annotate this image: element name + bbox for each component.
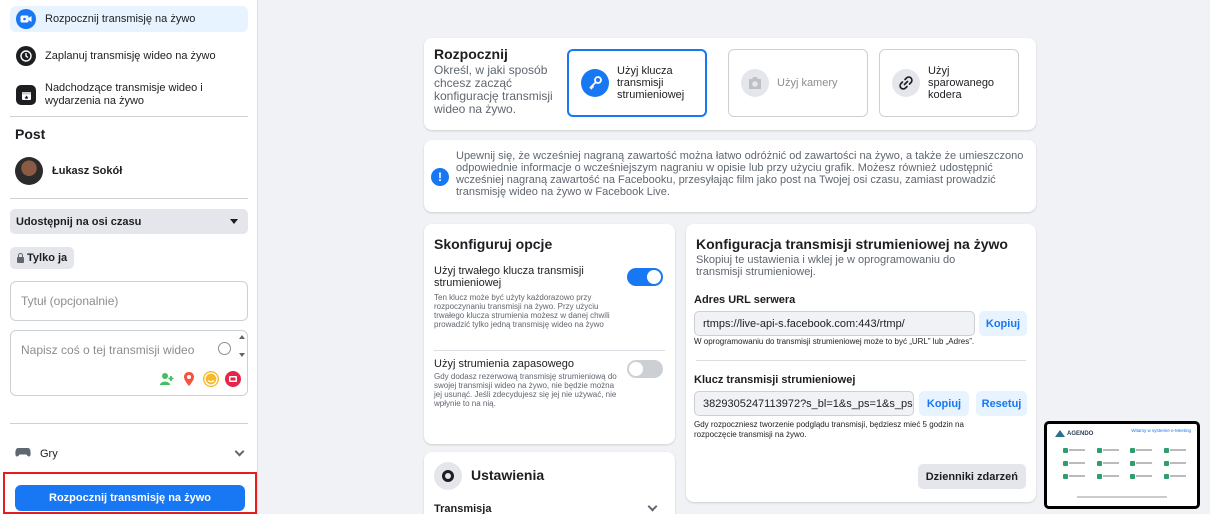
nav-schedule-live[interactable]: Zaplanuj transmisję wideo na żywo [10,44,248,68]
share-destination-value: Udostępnij na osi czasu [16,215,142,228]
option-camera[interactable]: Użyj kamery [728,49,868,117]
divider [696,360,1026,361]
share-destination-select[interactable]: Udostępnij na osi czasu [10,209,248,234]
gamepad-icon [15,446,31,461]
backup-stream-title: Użyj strumienia zapasowego [434,358,575,370]
preview-grid [1063,446,1193,480]
persistent-key-title: Użyj trwałego klucza transmisji strumien… [434,265,584,289]
stream-config-card: Konfiguracja transmisji strumieniowej na… [686,224,1036,502]
post-heading: Post [15,126,46,142]
textarea-scrollbar[interactable] [239,335,245,357]
games-section[interactable]: Gry [15,446,245,461]
option-paired-encoder[interactable]: Użyj sparowanego kodera [879,49,1019,117]
agendo-logo: AGENDO [1055,430,1093,437]
server-url-label: Adres URL serwera [694,294,796,306]
option-stream-key-label: Użyj klucza transmisji strumieniowej [617,65,685,101]
lock-icon [17,252,24,263]
settings-stream-row[interactable]: Transmisja [434,503,491,514]
configure-options-card: Skonfiguruj opcje Użyj trwałego klucza t… [424,224,675,444]
title-input[interactable]: Tytuł (opcjonalnie) [10,281,248,321]
key-icon [581,69,609,97]
support-nonprofit-icon[interactable] [225,371,241,387]
games-label: Gry [40,447,58,460]
calendar-icon [16,85,36,105]
nav-upcoming-label: Nadchodzące transmisje wideo i wydarzeni… [45,82,203,107]
info-icon: ! [431,168,449,186]
toggle-knob [647,270,661,284]
nav-go-live-label: Rozpocznij transmisję na żywo [45,12,196,25]
user-name: Łukasz Sokół [52,165,123,177]
option-paired-encoder-label: Użyj sparowanego kodera [928,65,995,101]
privacy-label: Tylko ja [27,252,68,264]
backup-stream-toggle[interactable] [627,360,663,378]
prerecorded-notice-text: Upewnij się, że wcześniej nagraną zawart… [456,150,1024,198]
toggle-knob [629,362,643,376]
preview-header: Witamy w systemie e-Meeting [1131,428,1191,433]
backup-stream-description: Gdy dodasz rezerwową transmisję strumien… [434,372,617,408]
start-live-button[interactable]: Rozpocznij transmisję na żywo [15,485,245,511]
post-tools [159,371,241,387]
link-icon [892,69,920,97]
divider [434,350,665,351]
prerecorded-notice-card: ! Upewnij się, że wcześniej nagraną zawa… [424,140,1036,212]
option-stream-key[interactable]: Użyj klucza transmisji strumieniowej [567,49,707,117]
screen-share-preview[interactable]: AGENDO Witamy w systemie e-Meeting [1044,421,1200,509]
chevron-down-icon[interactable] [647,501,658,512]
left-sidebar: Rozpocznij transmisję na żywo Zaplanuj t… [0,0,258,514]
settings-title: Ustawienia [471,467,545,483]
settings-card: Ustawienia Transmisja [424,452,675,514]
option-camera-label: Użyj kamery [777,77,838,89]
divider [10,116,248,117]
chevron-down-icon [234,446,245,457]
camera-icon [741,69,769,97]
nav-go-live[interactable]: Rozpocznij transmisję na żywo [10,6,248,32]
server-url-field[interactable]: rtmps://live-api-s.facebook.com:443/rtmp… [694,311,975,336]
start-subtitle: Określ, w jaki sposób chcesz zacząć konf… [434,63,553,116]
nav-upcoming-events[interactable]: Nadchodzące transmisje wideo i wydarzeni… [10,78,248,112]
copy-server-url-button[interactable]: Kopiuj [979,311,1027,336]
stream-key-field[interactable]: 3829305247113972?s_bl=1&s_ps=1&s_psm=1 [694,391,914,416]
reset-stream-key-button[interactable]: Resetuj [976,391,1027,416]
location-pin-icon[interactable] [181,371,197,387]
live-video-icon [16,9,36,29]
stream-config-subtitle: Skopiuj te ustawienia i wklej je w oprog… [696,254,956,278]
persistent-key-toggle[interactable] [627,268,663,286]
stream-key-label: Klucz transmisji strumieniowej [694,374,856,386]
description-input[interactable]: Napisz coś o tej transmisji wideo na żyw… [10,330,248,396]
page-scrollbar[interactable] [1200,0,1210,514]
feeling-icon[interactable] [203,371,219,387]
gear-icon [434,462,462,490]
title-placeholder: Tytuł (opcjonalnie) [21,294,119,308]
nav-schedule-label: Zaplanuj transmisję wideo na żywo [45,49,216,62]
post-author: Łukasz Sokół [15,157,122,185]
start-method-card: Rozpocznij Określ, w jaki sposób chcesz … [424,38,1036,130]
stream-key-note: Gdy rozpoczniesz tworzenie podglądu tran… [694,420,964,439]
stream-config-title: Konfiguracja transmisji strumieniowej na… [696,236,1008,252]
clock-icon [16,46,36,66]
persistent-key-description: Ten klucz może być użyty każdorazowo prz… [434,293,610,329]
divider [10,423,248,424]
event-logs-button[interactable]: Dzienniki zdarzeń [917,464,1026,489]
avatar [15,157,43,185]
emoji-icon[interactable] [218,342,231,355]
start-title: Rozpocznij [434,46,508,62]
copy-stream-key-button[interactable]: Kopiuj [919,391,969,416]
tag-people-icon[interactable] [159,371,175,387]
privacy-button[interactable]: Tylko ja [10,247,75,269]
caret-down-icon [230,219,238,224]
configure-options-title: Skonfiguruj opcje [434,236,553,252]
server-url-note: W oprogramowaniu do transmisji strumieni… [694,337,975,346]
divider [10,198,248,199]
description-placeholder: Napisz coś o tej transmisji wideo na żyw… [21,343,195,357]
start-live-footer: Rozpocznij transmisję na żywo [3,472,257,514]
